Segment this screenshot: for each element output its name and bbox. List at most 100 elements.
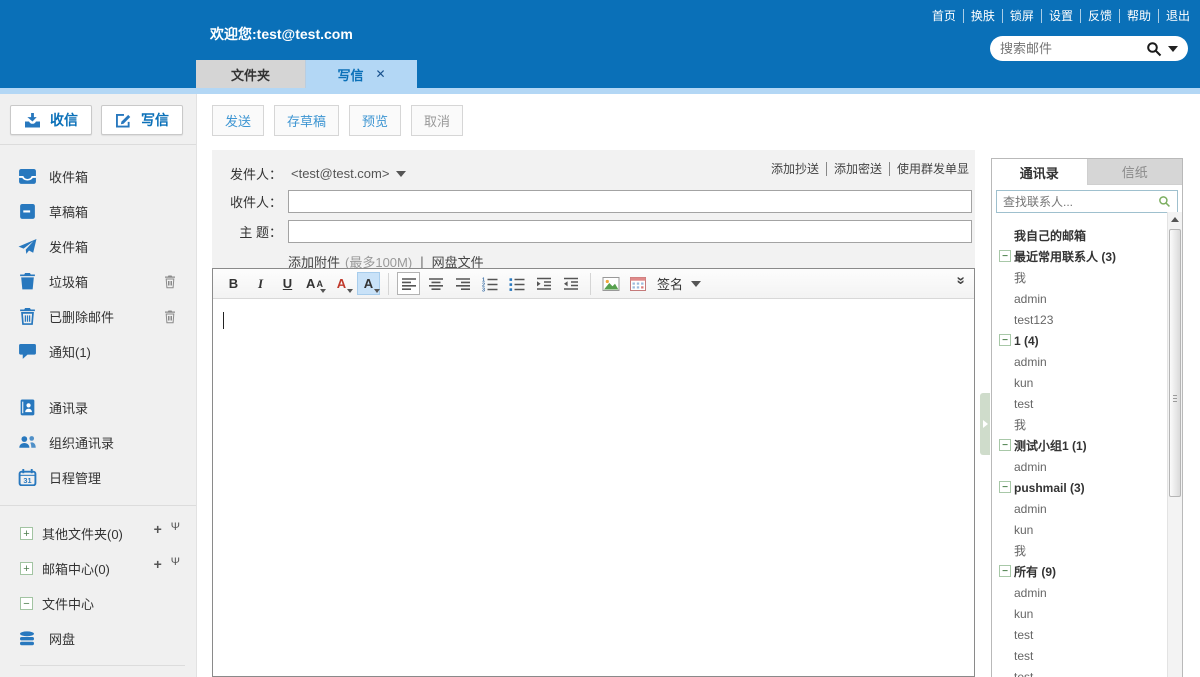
outdent-button[interactable] (559, 272, 582, 295)
contact-row[interactable]: kun (992, 372, 1167, 393)
editor-body[interactable] (213, 299, 974, 675)
collapse-group-icon[interactable]: − (999, 334, 1011, 346)
italic-button[interactable]: I (249, 272, 272, 295)
contact-row[interactable]: − pushmail (3) (992, 477, 1167, 498)
compose-mail-button[interactable]: 写信 (101, 105, 183, 135)
collapse-group-icon[interactable]: − (999, 250, 1011, 262)
expand-icon[interactable]: + (20, 527, 33, 540)
contact-row[interactable]: test (992, 645, 1167, 666)
align-left-button[interactable] (397, 272, 420, 295)
contact-row[interactable]: admin (992, 582, 1167, 603)
contact-search[interactable] (996, 190, 1178, 213)
contact-search-icon[interactable] (1158, 195, 1171, 208)
sidebar-item-org-contacts[interactable]: 组织通讯录 (0, 425, 196, 460)
contact-row[interactable]: admin (992, 288, 1167, 309)
align-center-button[interactable] (424, 272, 447, 295)
tree-item-mail-center[interactable]: + 邮箱中心(0) + Ψ (0, 551, 196, 586)
mass-send-link[interactable]: 使用群发单显 (890, 162, 969, 176)
font-size-button[interactable]: AA (303, 272, 326, 295)
contact-row[interactable]: − 所有 (9) (992, 561, 1167, 582)
tree-item-file-center[interactable]: − 文件中心 (0, 586, 196, 621)
sidebar-item-inbox[interactable]: 收件箱 (0, 159, 196, 194)
empty-trash-icon[interactable] (164, 275, 176, 288)
bold-button[interactable]: B (222, 272, 245, 295)
receive-mail-button[interactable]: 收信 (10, 105, 92, 135)
contact-row[interactable]: admin (992, 351, 1167, 372)
contact-search-input[interactable] (1003, 195, 1158, 209)
contact-row[interactable]: 我 (992, 267, 1167, 288)
contact-row[interactable]: test (992, 666, 1167, 677)
collapse-group-icon[interactable]: − (999, 439, 1011, 451)
nav-feedback[interactable]: 反馈 (1081, 9, 1120, 23)
preview-button[interactable]: 预览 (349, 105, 401, 136)
contact-row[interactable]: − 最近常用联系人 (3) (992, 246, 1167, 267)
collapse-panel-handle[interactable] (980, 393, 990, 455)
mail-search[interactable] (990, 36, 1188, 61)
add-bcc-link[interactable]: 添加密送 (827, 162, 890, 176)
contact-row[interactable]: admin (992, 498, 1167, 519)
collapse-group-icon[interactable]: − (999, 565, 1011, 577)
contact-row[interactable]: 我自己的邮箱 (992, 225, 1167, 246)
search-scope-dropdown-icon[interactable] (1168, 46, 1178, 52)
tree-item-other-folders[interactable]: + 其他文件夹(0) + Ψ (0, 516, 196, 551)
contact-row[interactable]: admin (992, 456, 1167, 477)
indent-button[interactable] (532, 272, 555, 295)
sidebar-item-junk[interactable]: 垃圾箱 (0, 264, 196, 299)
contact-row[interactable]: − 1 (4) (992, 330, 1167, 351)
font-color-button[interactable]: A (330, 272, 353, 295)
sidebar-item-netdisk[interactable]: 网盘 (0, 621, 196, 656)
tab-compose[interactable]: 写信 ✕ (306, 60, 417, 88)
sidebar-item-schedule[interactable]: 31 日程管理 (0, 460, 196, 495)
contact-row[interactable]: kun (992, 603, 1167, 624)
expand-icon[interactable]: + (20, 562, 33, 575)
toolbar-more-icon[interactable]: « (951, 276, 968, 284)
contact-row[interactable]: test123 (992, 309, 1167, 330)
contact-row[interactable]: test (992, 624, 1167, 645)
collapse-group-icon[interactable]: − (999, 481, 1011, 493)
search-icon[interactable] (1146, 41, 1162, 57)
to-input[interactable] (288, 190, 972, 213)
close-tab-icon[interactable]: ✕ (375, 67, 385, 81)
sidebar-item-sent[interactable]: 发件箱 (0, 229, 196, 264)
sidebar-item-drafts[interactable]: 草稿箱 (0, 194, 196, 229)
insert-image-button[interactable] (599, 272, 622, 295)
organize-folder-icon[interactable]: Ψ (171, 521, 180, 533)
add-folder-icon[interactable]: + (154, 556, 162, 572)
tab-contacts[interactable]: 通讯录 (992, 159, 1088, 185)
contacts-scrollbar[interactable] (1167, 212, 1182, 677)
scrollbar-thumb[interactable] (1169, 229, 1181, 497)
contact-row[interactable]: 我 (992, 414, 1167, 435)
from-address-dropdown[interactable]: <test@test.com> (291, 166, 406, 181)
sidebar-item-deleted[interactable]: 已删除邮件 (0, 299, 196, 334)
align-right-button[interactable] (451, 272, 474, 295)
nav-logout[interactable]: 退出 (1159, 9, 1192, 23)
organize-folder-icon[interactable]: Ψ (171, 556, 180, 568)
send-button[interactable]: 发送 (212, 105, 264, 136)
add-cc-link[interactable]: 添加抄送 (764, 162, 827, 176)
nav-help[interactable]: 帮助 (1120, 9, 1159, 23)
contact-row[interactable]: test (992, 393, 1167, 414)
tab-stationery[interactable]: 信纸 (1088, 159, 1183, 185)
highlight-color-button[interactable]: A (357, 272, 380, 295)
save-draft-button[interactable]: 存草稿 (274, 105, 339, 136)
contact-row[interactable]: 我 (992, 540, 1167, 561)
nav-home[interactable]: 首页 (925, 9, 964, 23)
mail-search-input[interactable] (1000, 41, 1146, 56)
ordered-list-button[interactable]: 123 (478, 272, 501, 295)
bullet-list-button[interactable] (505, 272, 528, 295)
empty-trash-icon[interactable] (164, 310, 176, 323)
tab-folders[interactable]: 文件夹 (196, 60, 306, 88)
cancel-button[interactable]: 取消 (411, 105, 463, 136)
nav-lock-screen[interactable]: 锁屏 (1003, 9, 1042, 23)
contact-row[interactable]: kun (992, 519, 1167, 540)
scroll-up-button[interactable] (1168, 212, 1182, 227)
sidebar-item-notice[interactable]: 通知(1) (0, 334, 196, 369)
underline-button[interactable]: U (276, 272, 299, 295)
signature-button[interactable]: 签名 (651, 272, 707, 295)
add-folder-icon[interactable]: + (154, 521, 162, 537)
subject-input[interactable] (288, 220, 972, 243)
sidebar-item-contacts[interactable]: 通讯录 (0, 390, 196, 425)
stationery-button[interactable] (626, 272, 649, 295)
nav-settings[interactable]: 设置 (1042, 9, 1081, 23)
contact-row[interactable]: − 测试小组1 (1) (992, 435, 1167, 456)
